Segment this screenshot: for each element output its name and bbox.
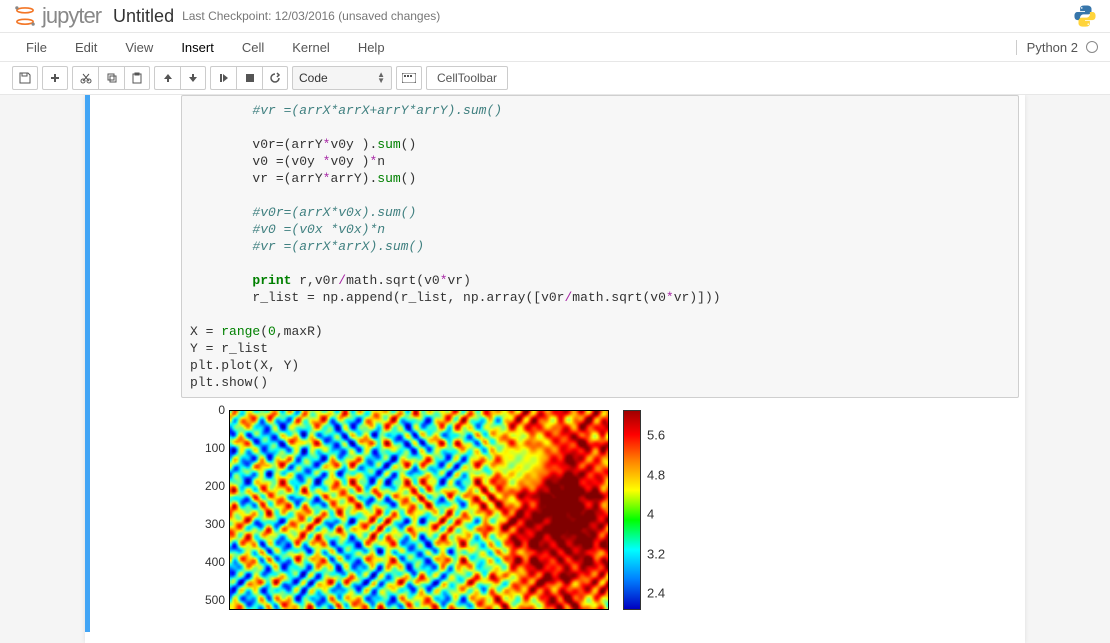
save-button[interactable] <box>12 66 38 90</box>
header: jupyter Untitled Last Checkpoint: 12/03/… <box>0 0 1110 32</box>
menu-insert[interactable]: Insert <box>167 40 228 55</box>
cut-button[interactable] <box>72 66 98 90</box>
kernel-status-icon <box>1086 41 1098 53</box>
paste-button[interactable] <box>124 66 150 90</box>
code-cell[interactable]: #vr =(arrX*arrX+arrY*arrY).sum() v0r=(ar… <box>85 95 1025 632</box>
command-palette-button[interactable] <box>396 66 422 90</box>
select-arrows-icon: ▲▼ <box>377 72 385 84</box>
cell-type-value: Code <box>299 71 328 85</box>
restart-button[interactable] <box>262 66 288 90</box>
logo-text: jupyter <box>42 3 101 29</box>
jupyter-logo[interactable]: jupyter <box>12 3 101 29</box>
colorbar <box>623 410 641 610</box>
y-axis: 0 100 200 300 400 500 <box>181 406 229 606</box>
menu-cell[interactable]: Cell <box>228 40 278 55</box>
kernel-name: Python 2 <box>1027 40 1078 55</box>
move-down-button[interactable] <box>180 66 206 90</box>
kernel-indicator[interactable]: Python 2 <box>1016 40 1098 55</box>
run-button[interactable] <box>210 66 236 90</box>
menu-view[interactable]: View <box>111 40 167 55</box>
notebook-title[interactable]: Untitled <box>113 6 174 27</box>
run-group <box>210 66 288 90</box>
toolbar: Code ▲▼ CellToolbar <box>0 62 1110 95</box>
notebook-container: #vr =(arrX*arrX+arrY*arrY).sum() v0r=(ar… <box>85 95 1025 643</box>
cell-toolbar-button[interactable]: CellToolbar <box>426 66 508 90</box>
menu-edit[interactable]: Edit <box>61 40 111 55</box>
cell-output: 0 100 200 300 400 500 5.6 4.8 4 <box>181 406 1019 626</box>
move-up-button[interactable] <box>154 66 180 90</box>
menu-kernel[interactable]: Kernel <box>278 40 344 55</box>
heatmap-image <box>229 410 609 610</box>
stop-button[interactable] <box>236 66 262 90</box>
add-cell-button[interactable] <box>42 66 68 90</box>
code-input[interactable]: #vr =(arrX*arrX+arrY*arrY).sum() v0r=(ar… <box>181 95 1019 398</box>
cell-type-select[interactable]: Code ▲▼ <box>292 66 392 90</box>
move-group <box>154 66 206 90</box>
notebook-area: #vr =(arrX*arrX+arrY*arrY).sum() v0r=(ar… <box>0 95 1110 643</box>
cut-copy-paste-group <box>72 66 150 90</box>
python-icon <box>1072 3 1098 29</box>
copy-button[interactable] <box>98 66 124 90</box>
checkpoint-text: Last Checkpoint: 12/03/2016 (unsaved cha… <box>182 9 440 23</box>
menu-file[interactable]: File <box>12 40 61 55</box>
menubar: File Edit View Insert Cell Kernel Help P… <box>0 32 1110 62</box>
menu-help[interactable]: Help <box>344 40 399 55</box>
heatmap-plot: 0 100 200 300 400 500 5.6 4.8 4 <box>181 406 701 626</box>
jupyter-icon <box>12 3 38 29</box>
